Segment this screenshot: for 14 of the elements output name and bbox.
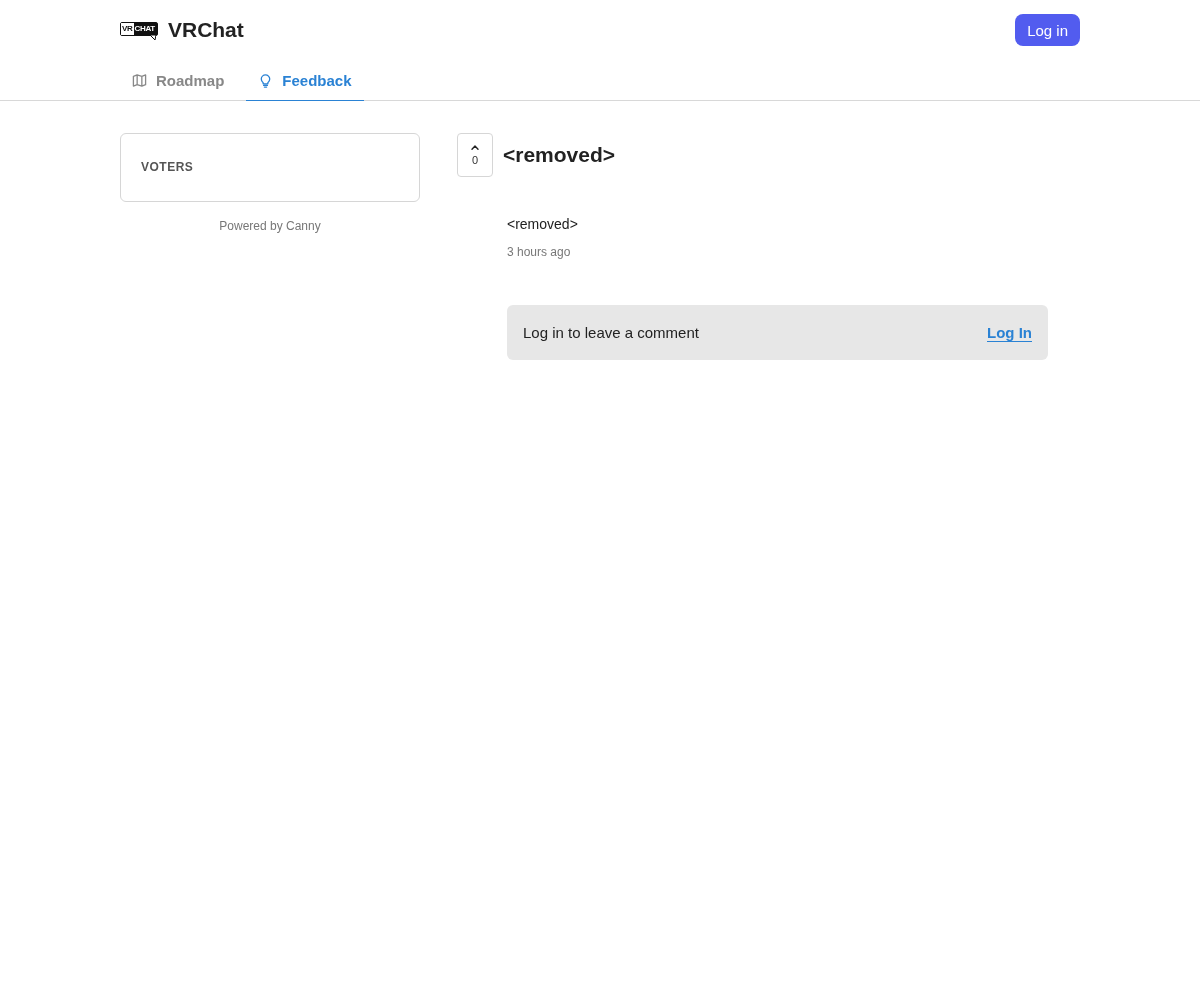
post-title: <removed> — [503, 143, 616, 167]
voters-title: VOTERS — [141, 160, 194, 174]
post-body: <removed> — [507, 216, 578, 232]
nav-tab[interactable]: Roadmap — [120, 60, 237, 101]
powered-by-link[interactable]: Powered by Canny — [219, 219, 321, 233]
comment-prompt-text: Log in to leave a comment — [523, 324, 699, 341]
post-time: 3 hours ago — [507, 245, 571, 259]
chevron-up-icon — [471, 144, 479, 150]
brand-name: VRChat — [167, 18, 244, 42]
nav-tab[interactable]: Feedback — [246, 60, 364, 101]
login-button[interactable]: Log in — [1015, 14, 1080, 46]
login-link[interactable]: Log In — [987, 324, 1032, 341]
map-icon — [132, 72, 147, 88]
upvote-button[interactable]: 0 — [457, 133, 493, 177]
